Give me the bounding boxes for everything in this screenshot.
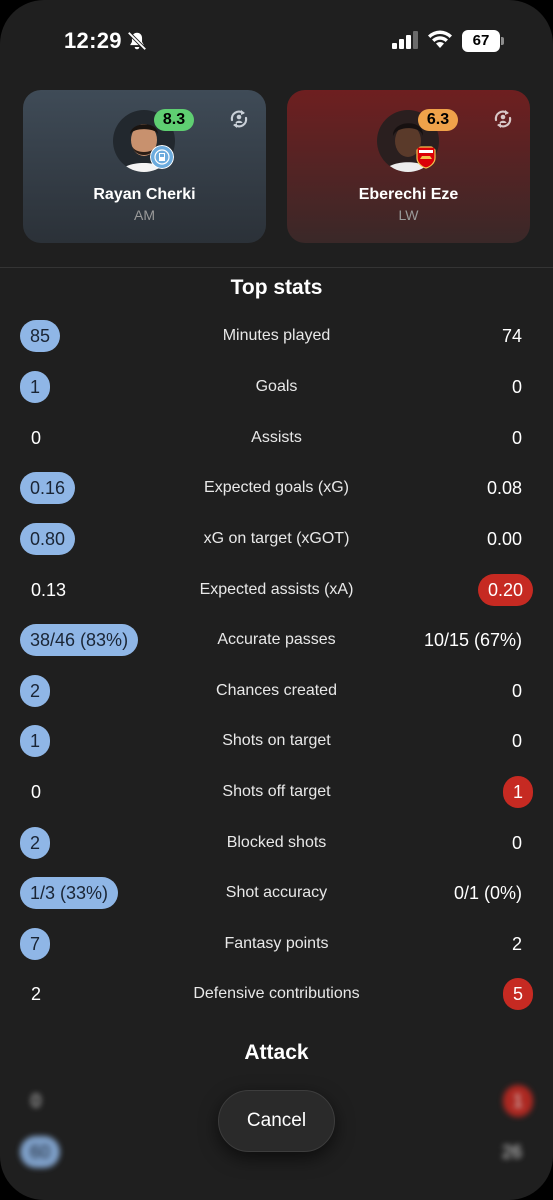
section-divider	[0, 267, 553, 268]
player-position-left: AM	[134, 207, 155, 223]
stat-row: 0.80 xG on target (xGOT) 0.00	[0, 519, 553, 559]
stat-right-value: 0	[511, 731, 522, 751]
section-title-top-stats: Top stats	[230, 276, 323, 299]
status-time: 12:29	[64, 28, 122, 53]
stat-right-value: 10/15 (67%)	[423, 630, 522, 650]
stat-label: Shots off target	[222, 783, 331, 800]
cancel-button[interactable]: Cancel	[218, 1090, 335, 1152]
stat-row: 1/3 (33%) Shot accuracy 0/1 (0%)	[0, 873, 553, 913]
stat-right-value: 0	[511, 428, 522, 448]
stat-left-value: 0	[31, 1091, 42, 1111]
stat-right-value: 2	[511, 934, 522, 954]
stat-right-value: 0.08	[486, 478, 522, 498]
swap-player-icon[interactable]	[490, 106, 516, 132]
stat-row: 2 Defensive contributions 5	[0, 974, 553, 1014]
stat-label: Fantasy points	[224, 935, 329, 952]
stat-row: 0 Shots off target 1	[0, 772, 553, 812]
player-name-left: Rayan Cherki	[93, 186, 196, 203]
stat-label: Minutes played	[222, 327, 331, 344]
stat-right-value: 0.00	[486, 529, 522, 549]
player-name-right: Eberechi Eze	[358, 186, 459, 203]
swap-player-icon[interactable]	[226, 106, 252, 132]
stat-row: 2 Blocked shots 0	[0, 823, 553, 863]
stat-label: Assists	[251, 429, 302, 446]
stat-right-value: 1	[502, 776, 533, 808]
cellular-signal-icon	[392, 31, 418, 49]
stat-label: Blocked shots	[226, 834, 327, 851]
stat-row: 1 Goals 0	[0, 367, 553, 407]
player-card-left[interactable]: 8.3 Rayan Cherki AM	[23, 90, 266, 243]
stat-label: Chances created	[216, 682, 337, 699]
stat-row: 85 Minutes played 74	[0, 316, 553, 356]
player-rating-left: 8.3	[154, 109, 194, 131]
stat-label: Expected goals (xG)	[204, 479, 349, 496]
section-title-attack: Attack	[244, 1041, 309, 1064]
stat-right-value: 0.20	[477, 574, 533, 606]
manchester-city-crest-icon	[150, 145, 174, 169]
stat-label: Defensive contributions	[193, 985, 360, 1002]
stat-row: 0.13 Expected assists (xA) 0.20	[0, 570, 553, 610]
status-bar: 12:29 67	[0, 0, 553, 80]
stat-right-value: 1	[502, 1085, 533, 1117]
stat-right-value: 0	[511, 833, 522, 853]
player-position-right: LW	[398, 207, 419, 223]
stat-label: Shots on target	[222, 732, 331, 749]
stat-row: 1 Shots on target 0	[0, 721, 553, 761]
battery-indicator: 67	[462, 30, 504, 52]
stat-label: Expected assists (xA)	[199, 581, 354, 598]
bell-muted-icon	[127, 31, 147, 51]
stat-row: 7 Fantasy points 2	[0, 924, 553, 964]
stat-row: 0 Assists 0	[0, 418, 553, 458]
stat-row: 38/46 (83%) Accurate passes 10/15 (67%)	[0, 620, 553, 660]
player-comparison-screen: 12:29 67 8.3 Rayan Cherki AM 6.3 Eberech…	[0, 0, 553, 1200]
stat-right-value: 0	[511, 681, 522, 701]
stat-left-value: 60	[20, 1136, 61, 1168]
arsenal-crest-icon	[416, 146, 436, 169]
stat-right-value: 74	[501, 326, 522, 346]
stat-row: 2 Chances created 0	[0, 671, 553, 711]
player-rating-right: 6.3	[418, 109, 458, 131]
battery-level: 67	[462, 30, 500, 52]
stat-label: xG on target (xGOT)	[203, 530, 350, 547]
stat-right-value: 26	[501, 1142, 522, 1162]
stat-right-value: 5	[502, 978, 533, 1010]
stat-right-value: 0	[511, 377, 522, 397]
stat-label: Goals	[255, 378, 298, 395]
stat-right-value: 0/1 (0%)	[453, 883, 522, 903]
wifi-icon	[428, 30, 452, 48]
player-card-right[interactable]: 6.3 Eberechi Eze LW	[287, 90, 530, 243]
stat-row: 0.16 Expected goals (xG) 0.08	[0, 468, 553, 508]
battery-cap	[501, 37, 504, 45]
